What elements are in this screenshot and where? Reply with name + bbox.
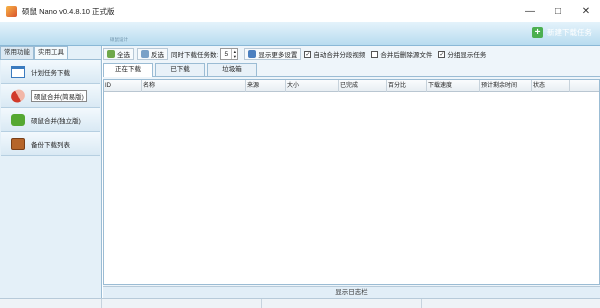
settings-icon [248, 50, 257, 58]
sidebar-item-scheduled-download[interactable]: 计划任务下载 [1, 60, 100, 84]
sidebar-item-backup-list[interactable]: 备份下载列表 [1, 132, 100, 156]
status-segment [102, 299, 262, 308]
close-icon[interactable]: ✕ [572, 0, 600, 22]
table-header: ID 名称 来源 大小 已完成 百分比 下载速度 预计剩余时间 状态 [104, 80, 599, 92]
column-header-name[interactable]: 名称 [142, 80, 246, 92]
column-header-source[interactable]: 来源 [246, 80, 286, 92]
column-header-speed[interactable]: 下载速度 [427, 80, 480, 92]
sidebar-item-label: 硕鼠合并(独立版) [31, 117, 81, 125]
sidebar-item-label: 硕鼠合并(简易版) [31, 89, 87, 102]
column-header-id[interactable]: ID [104, 80, 142, 92]
checkbox-label: 合并后删除源文件 [380, 52, 433, 59]
download-tabs: 正在下载 已下载 垃圾箱 [103, 63, 600, 77]
new-download-task-button[interactable]: + 新建下载任务 [532, 27, 592, 38]
tab-common-functions[interactable]: 常用功能 [0, 46, 34, 59]
download-table: ID 名称 来源 大小 已完成 百分比 下载速度 预计剩余时间 状态 [103, 79, 600, 285]
select-all-button[interactable]: 全选 [103, 48, 134, 60]
header-banner: 硕鼠设计 + 新建下载任务 [0, 22, 600, 46]
column-header-eta[interactable]: 预计剩余时间 [480, 80, 532, 92]
checkbox-label: 分组显示任务 [447, 52, 487, 59]
group-tasks-checkbox[interactable]: ✓ 分组显示任务 [438, 49, 486, 59]
tab-downloading[interactable]: 正在下载 [103, 63, 153, 77]
maximize-icon[interactable]: □ [544, 0, 572, 22]
sidebar: 常用功能 实用工具 计划任务下载 硕鼠合并(简易版) 硕鼠合并(独立版) 备份下… [0, 46, 102, 298]
main-panel: 全选 反选 同时下载任务数: 5 ▲ ▼ 显示更多设置 ✓ 自动合并分段视频 合并… [103, 46, 600, 298]
checkbox-label: 自动合并分段视频 [313, 52, 366, 59]
tab-downloaded[interactable]: 已下载 [155, 63, 205, 76]
column-header-status[interactable]: 状态 [532, 80, 570, 92]
concurrent-stepper[interactable]: 5 ▲ ▼ [220, 48, 239, 60]
select-all-label: 全选 [117, 52, 130, 59]
invert-selection-button[interactable]: 反选 [137, 48, 168, 60]
select-all-icon [107, 50, 115, 58]
status-bar [0, 298, 600, 308]
checkbox-unchecked-icon [371, 50, 379, 58]
sidebar-item-merge-standalone[interactable]: 硕鼠合并(独立版) [1, 108, 100, 132]
tab-trash[interactable]: 垃圾箱 [207, 63, 257, 76]
app-logo-icon [6, 5, 17, 17]
window-title: 硕鼠 Nano v0.4.8.10 正式版 [22, 6, 115, 16]
puzzle-icon [11, 113, 25, 126]
wallet-icon [11, 137, 25, 150]
sidebar-tabs: 常用功能 实用工具 [0, 46, 101, 59]
sidebar-item-label: 备份下载列表 [31, 141, 70, 149]
plus-icon: + [532, 27, 543, 38]
tab-utilities[interactable]: 实用工具 [34, 46, 68, 59]
calendar-icon [11, 65, 25, 78]
show-log-bar-button[interactable]: 显示日志栏 [103, 286, 600, 298]
title-bar: 硕鼠 Nano v0.4.8.10 正式版 — □ ✕ [0, 0, 600, 22]
banner-caption: 硕鼠设计 [110, 37, 128, 42]
sidebar-list: 计划任务下载 硕鼠合并(简易版) 硕鼠合并(独立版) 备份下载列表 [0, 59, 101, 156]
checkbox-checked-icon: ✓ [438, 50, 446, 58]
invert-icon [141, 50, 149, 58]
window-controls: — □ ✕ [516, 0, 600, 22]
show-more-settings-button[interactable]: 显示更多设置 [244, 48, 302, 60]
sidebar-item-merge-simple[interactable]: 硕鼠合并(简易版) [1, 84, 100, 108]
concurrent-value[interactable]: 5 [221, 51, 231, 58]
concurrent-label: 同时下载任务数: [171, 52, 219, 59]
column-header-percent[interactable]: 百分比 [387, 80, 427, 92]
minimize-icon[interactable]: — [516, 0, 544, 22]
auto-merge-checkbox[interactable]: ✓ 自动合并分段视频 [304, 49, 365, 59]
status-segment [262, 299, 422, 308]
column-header-completed[interactable]: 已完成 [339, 80, 387, 92]
new-task-label: 新建下载任务 [547, 28, 592, 37]
pill-icon [8, 86, 28, 105]
column-header-size[interactable]: 大小 [286, 80, 339, 92]
more-settings-label: 显示更多设置 [258, 52, 298, 59]
invert-label: 反选 [151, 52, 164, 59]
status-segment [0, 299, 102, 308]
checkbox-checked-icon: ✓ [304, 50, 312, 58]
delete-source-checkbox[interactable]: 合并后删除源文件 [371, 49, 432, 59]
sidebar-item-label: 计划任务下载 [31, 69, 70, 77]
spin-arrows-icon[interactable]: ▲ ▼ [231, 49, 237, 59]
toolbar: 全选 反选 同时下载任务数: 5 ▲ ▼ 显示更多设置 ✓ 自动合并分段视频 合并… [103, 46, 600, 62]
